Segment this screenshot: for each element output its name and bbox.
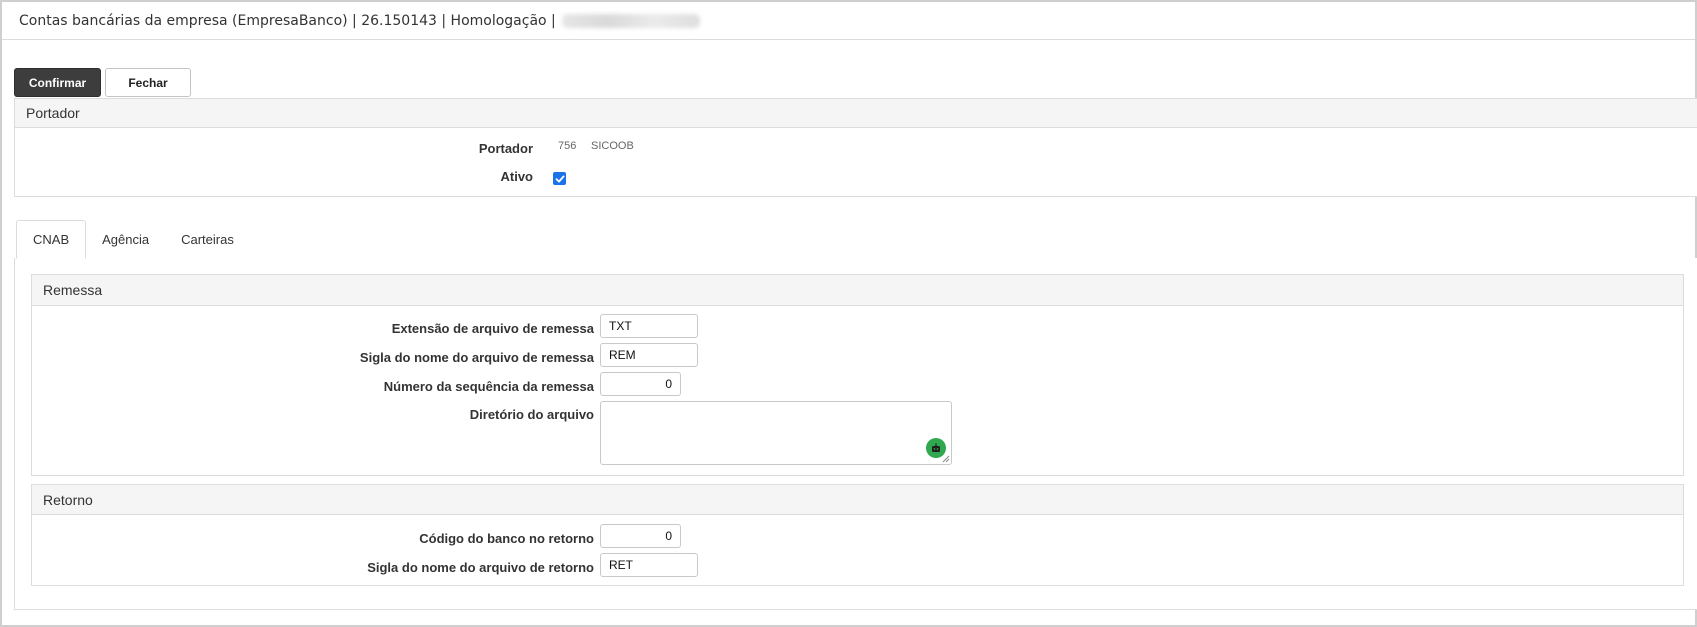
tab-agencia[interactable]: Agência: [86, 220, 165, 259]
check-icon: [555, 175, 564, 182]
tab-cnab[interactable]: CNAB: [16, 220, 87, 259]
confirm-button[interactable]: Confirmar: [14, 68, 101, 97]
window-titlebar: Contas bancárias da empresa (EmpresaBanc…: [2, 2, 1695, 40]
ativo-label: Ativo: [500, 169, 534, 184]
codigo-banco-label: Código do banco no retorno: [419, 531, 594, 546]
extensao-label: Extensão de arquivo de remessa: [391, 321, 594, 336]
ativo-checkbox[interactable]: [553, 172, 566, 185]
sequencia-label: Número da sequência da remessa: [383, 379, 594, 394]
sequencia-input[interactable]: [600, 372, 681, 396]
sigla-remessa-input[interactable]: [600, 343, 698, 367]
remessa-panel-title: Remessa: [43, 282, 103, 298]
retorno-panel-title: Retorno: [43, 491, 93, 508]
app-window: Contas bancárias da empresa (EmpresaBanc…: [0, 0, 1697, 627]
diretorio-label: Diretório do arquivo: [469, 407, 594, 422]
close-button[interactable]: Fechar: [105, 68, 191, 97]
extensao-input[interactable]: [600, 314, 698, 338]
tab-carteiras[interactable]: Carteiras: [165, 220, 250, 259]
redacted-text: [561, 13, 700, 28]
sigla-remessa-label: Sigla do nome do arquivo de remessa: [359, 350, 594, 365]
resize-handle-icon[interactable]: [942, 455, 950, 463]
tab-bar: CNAB Agência Carteiras: [16, 220, 250, 259]
portador-panel: Portador Portador 756 SICOOB Ativo: [14, 98, 1697, 197]
codigo-banco-input[interactable]: [600, 524, 681, 548]
window-title: Contas bancárias da empresa (EmpresaBanc…: [19, 12, 556, 29]
portador-name: SICOOB: [591, 140, 634, 152]
portador-panel-header: Portador: [15, 99, 1697, 128]
retorno-panel: Retorno Código do banco no retorno Sigla…: [31, 484, 1684, 586]
sigla-retorno-input[interactable]: [600, 553, 698, 577]
portador-panel-title: Portador: [26, 105, 80, 121]
toolbar: Confirmar Fechar: [14, 68, 191, 97]
portador-label: Portador: [478, 141, 533, 156]
portador-code: 756: [558, 140, 577, 152]
remessa-panel: Remessa Extensão de arquivo de remessa S…: [31, 274, 1684, 476]
sigla-retorno-label: Sigla do nome do arquivo de retorno: [367, 560, 594, 575]
retorno-panel-header: Retorno: [32, 485, 1683, 515]
diretorio-textarea[interactable]: [600, 401, 952, 465]
remessa-panel-header: Remessa: [32, 275, 1683, 306]
